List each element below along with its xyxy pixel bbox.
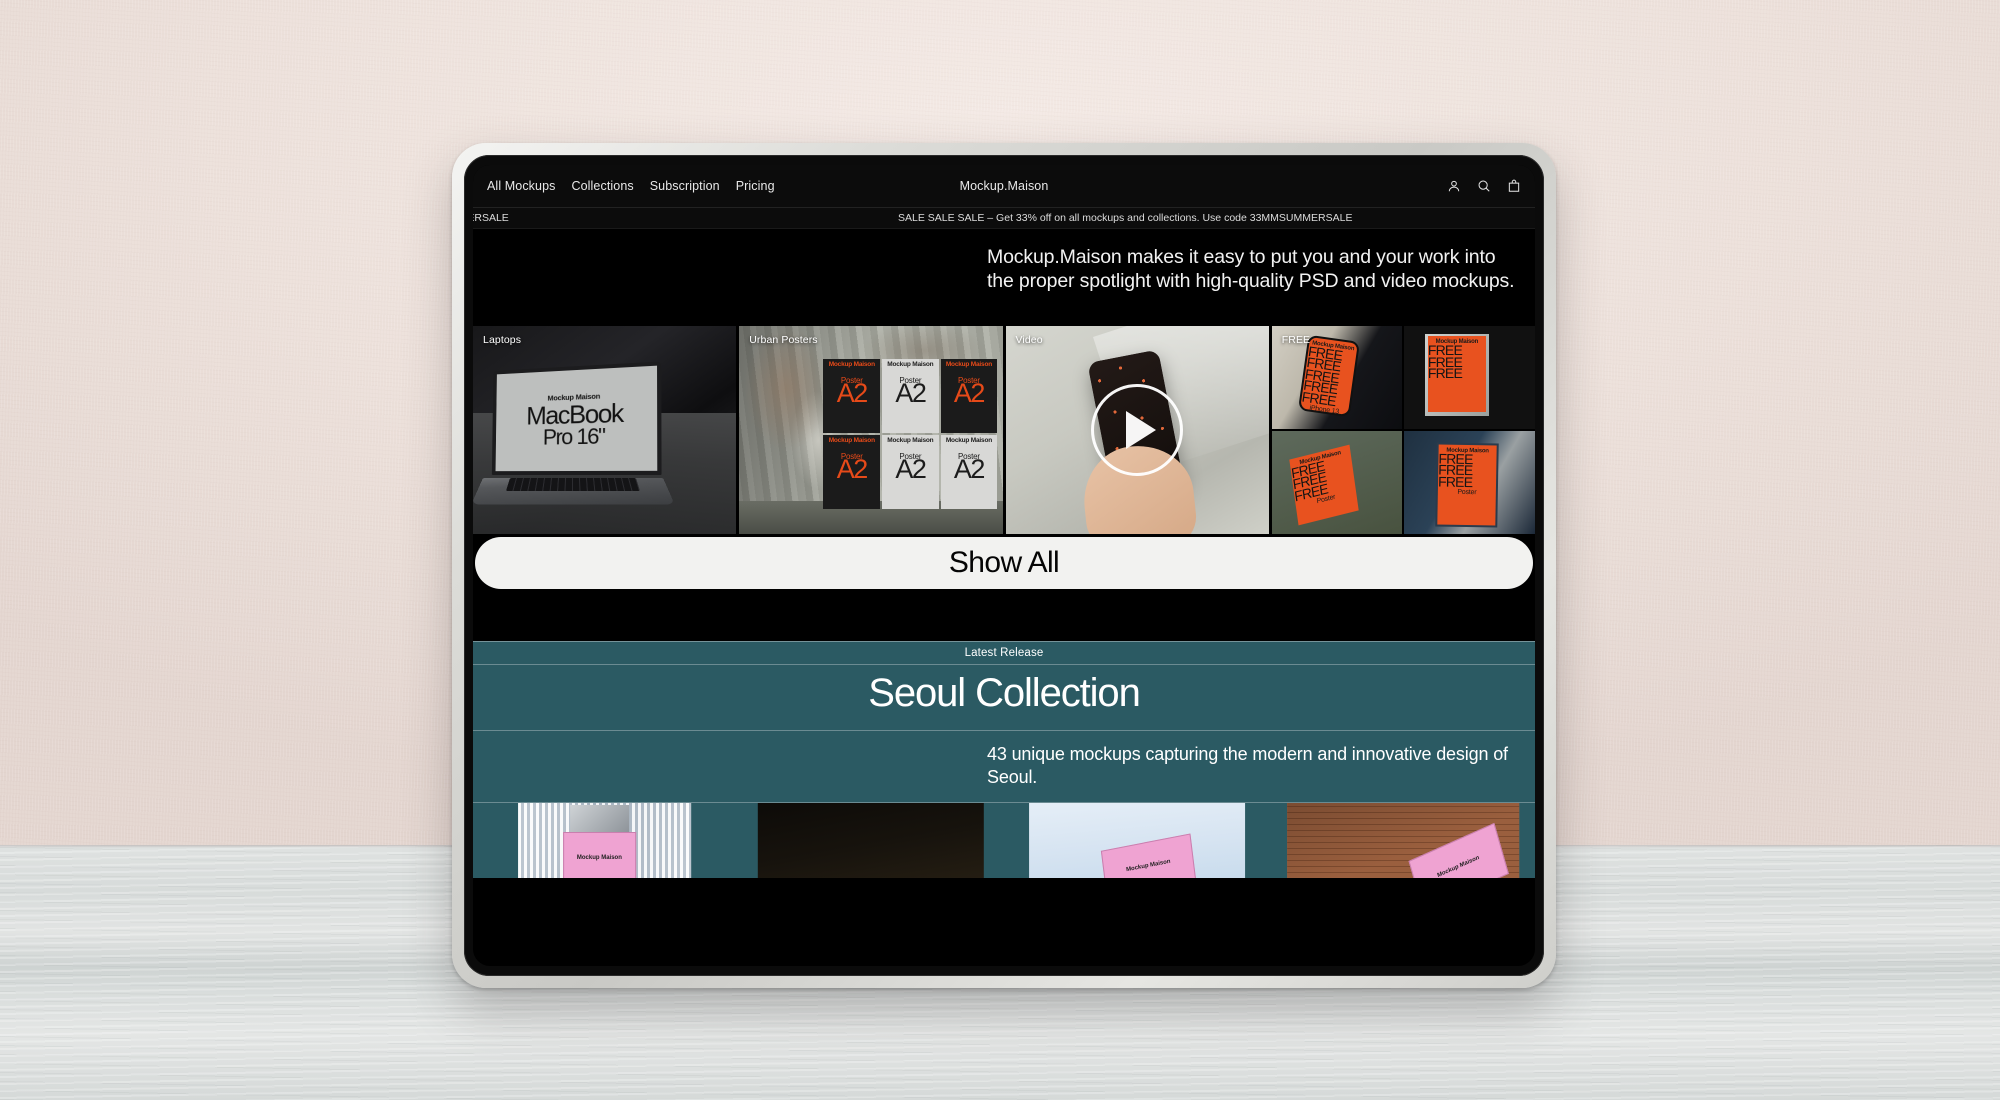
category-label-urban-posters: Urban Posters <box>749 334 818 346</box>
category-card-urban-posters[interactable]: Mockup Maison Poster A2 Mockup Maison Po… <box>739 326 1003 534</box>
poster-tile: Mockup Maison Poster A2 <box>940 435 998 510</box>
ticker-segment-a: ...ions. Use code 33MMSUMMERSALE <box>473 212 509 224</box>
free-tile: Mockup Maison FREE FREE FREE Poster <box>1271 431 1403 534</box>
brand-logo[interactable]: Mockup.Maison <box>960 179 1049 193</box>
poster-size: A2 <box>895 377 927 408</box>
nav-item-all-mockups[interactable]: All Mockups <box>487 179 555 193</box>
category-grid: Mockup Maison MacBook Pro 16" Laptops Mo… <box>473 326 1535 534</box>
free-tile: Mockup Maison FREE FREE FREE <box>1404 326 1535 429</box>
free-tile: Mockup Maison FREE FREE FREE Poster <box>1404 431 1535 534</box>
seoul-thumb-image: Mockup Maison <box>517 803 692 878</box>
free-poster-mockup: Mockup Maison FREE FREE FREE Poster <box>1288 444 1359 525</box>
seoul-thumbnail[interactable]: Mockup Maison <box>1272 803 1535 878</box>
seoul-description-row: 43 unique mockups capturing the modern a… <box>473 731 1535 802</box>
poster-size: A2 <box>895 453 927 484</box>
poster-tile: Mockup Maison Poster A2 <box>882 359 939 434</box>
poster-size: A2 <box>953 453 986 484</box>
seoul-thumbnail[interactable]: Mockup Maison <box>1006 803 1269 878</box>
category-card-free[interactable]: Mockup Maison FREE FREE FREE FREE FREE i… <box>1271 326 1535 534</box>
free-word: FREE FREE FREE <box>1438 450 1474 491</box>
seoul-thumb-image: Mockup Maison <box>1287 803 1520 878</box>
tablet-bezel: All Mockups Collections Subscription Pri… <box>464 155 1544 976</box>
tablet-device: All Mockups Collections Subscription Pri… <box>452 143 1556 988</box>
seoul-thumb-image: Mockup Maison <box>1029 803 1246 878</box>
free-word: FREE FREE FREE FREE FREE <box>1300 343 1344 410</box>
poster-brand: Mockup Maison <box>828 361 875 369</box>
laptop-mockup: Mockup Maison MacBook Pro 16" <box>473 361 675 516</box>
poster-size: A2 <box>836 453 869 484</box>
poster-tile: Mockup Maison Poster A2 <box>823 435 881 510</box>
nav-item-subscription[interactable]: Subscription <box>650 179 720 193</box>
free-poster-mockup: Mockup Maison FREE FREE FREE <box>1427 336 1486 413</box>
ticker-segment-b: SALE SALE SALE – Get 33% off on all mock… <box>898 212 1353 224</box>
play-icon[interactable] <box>1091 384 1184 476</box>
account-icon[interactable] <box>1447 179 1461 193</box>
nav-item-collections[interactable]: Collections <box>571 179 633 193</box>
billboard-mockup: Mockup Maison <box>562 831 636 878</box>
laptop-screen-title: MacBook Pro 16" <box>526 398 623 449</box>
laptop-screen: Mockup Maison MacBook Pro 16" <box>491 361 662 475</box>
hero-section: Mockup.Maison makes it easy to put you a… <box>473 229 1535 326</box>
section-spacer <box>473 589 1535 641</box>
free-poster-mockup: Mockup Maison FREE FREE FREE Poster <box>1437 444 1498 526</box>
cart-icon[interactable] <box>1507 179 1521 193</box>
seoul-description: 43 unique mockups capturing the modern a… <box>987 744 1508 787</box>
category-card-laptops[interactable]: Mockup Maison MacBook Pro 16" Laptops <box>473 326 737 534</box>
hero-headline: Mockup.Maison makes it easy to put you a… <box>987 246 1515 293</box>
poster-brand: Mockup Maison <box>828 437 875 445</box>
search-icon[interactable] <box>1477 179 1491 193</box>
laptop-keyboard <box>505 478 641 492</box>
category-label-free: FREE <box>1281 334 1311 346</box>
category-label-laptops: Laptops <box>483 334 522 346</box>
poster-brand: Mockup Maison <box>945 361 992 369</box>
primary-nav: All Mockups Collections Subscription Pri… <box>487 179 775 193</box>
poster-tile: Mockup Maison Poster A2 <box>940 359 998 434</box>
poster-tile: Mockup Maison Poster A2 <box>882 435 939 510</box>
nav-item-pricing[interactable]: Pricing <box>736 179 775 193</box>
poster-size: A2 <box>836 377 869 408</box>
poster-brand: Mockup Maison <box>887 437 934 445</box>
poster-wall-grid: Mockup Maison Poster A2 Mockup Maison Po… <box>823 359 998 510</box>
nav-actions <box>1447 179 1521 193</box>
free-tile-grid: Mockup Maison FREE FREE FREE FREE FREE i… <box>1271 326 1535 534</box>
seoul-thumb-image <box>757 803 985 878</box>
poster-brand: Mockup Maison <box>945 437 992 445</box>
tablet-screen: All Mockups Collections Subscription Pri… <box>473 165 1535 966</box>
poster-size: A2 <box>953 377 986 408</box>
promo-ticker: ...ions. Use code 33MMSUMMERSALE SALE SA… <box>473 207 1535 229</box>
free-kind: Poster <box>1457 489 1477 497</box>
show-all-button[interactable]: Show All <box>475 537 1533 589</box>
seoul-thumbnail-grid: Mockup Maison Mockup Maison Mockup Maiso… <box>473 802 1535 878</box>
billboard-mockup: Mockup Maison <box>1409 822 1509 878</box>
poster-brand: Mockup Maison <box>887 361 934 369</box>
seoul-title: Seoul Collection <box>473 664 1535 731</box>
show-all-section: Show All <box>473 534 1535 589</box>
category-card-video[interactable]: Video <box>1005 326 1269 534</box>
poster-tile: Mockup Maison Poster A2 <box>823 359 881 434</box>
free-word: FREE FREE FREE <box>1427 342 1463 382</box>
billboard-top <box>569 804 629 832</box>
seoul-eyebrow: Latest Release <box>473 641 1535 664</box>
seoul-collection-section: Latest Release Seoul Collection 43 uniqu… <box>473 641 1535 878</box>
category-label-video: Video <box>1015 334 1043 346</box>
seoul-thumbnail[interactable] <box>739 803 1002 878</box>
billboard-mockup: Mockup Maison <box>1100 833 1196 878</box>
free-phone-mockup: Mockup Maison FREE FREE FREE FREE FREE i… <box>1298 335 1361 418</box>
seoul-thumbnail[interactable]: Mockup Maison <box>473 803 736 878</box>
site-navbar: All Mockups Collections Subscription Pri… <box>473 165 1535 207</box>
laptop-base <box>473 478 675 505</box>
